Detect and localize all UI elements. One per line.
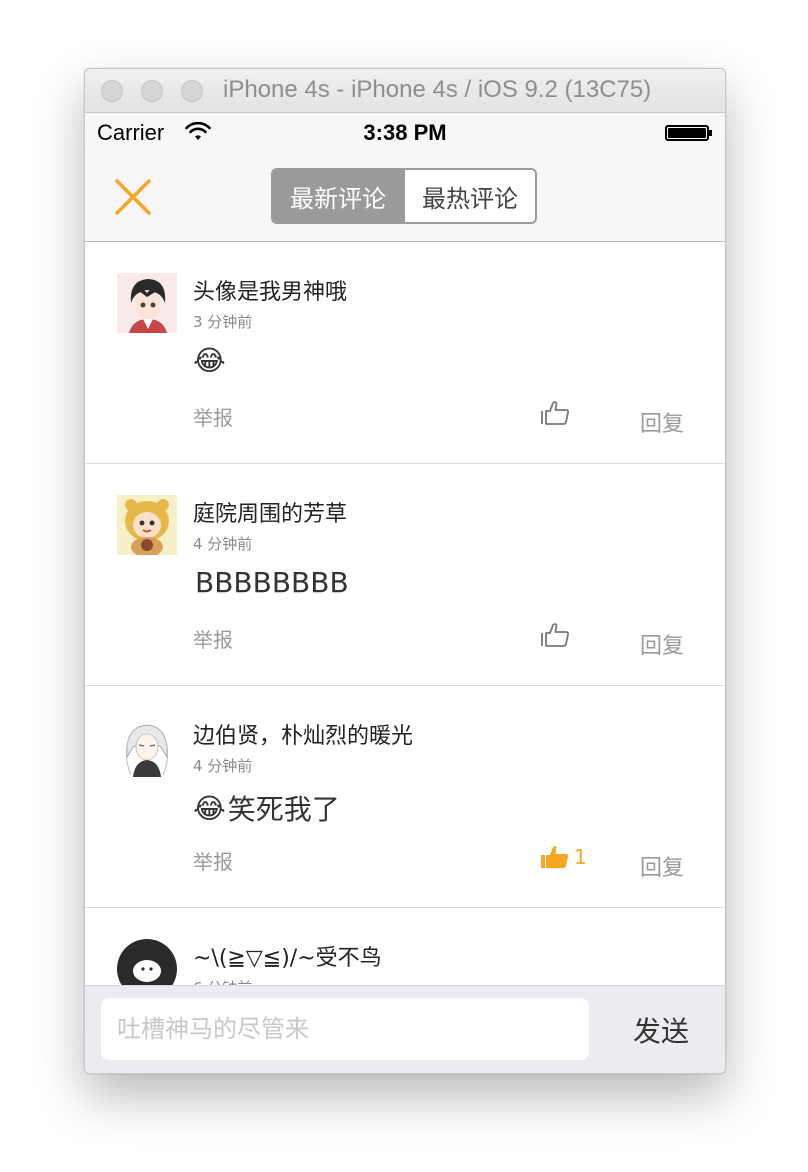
tab-hot-comments[interactable]: 最热评论: [403, 170, 535, 222]
comment-content: 😂 笑死我了: [193, 788, 340, 828]
comment-item: ~\(≧▽≦)/~受不鸟 6 分钟前: [85, 908, 725, 985]
comment-item: 头像是我男神哦 3 分钟前 😂 举报 回复: [85, 242, 725, 464]
comment-timestamp: 4 分钟前: [193, 535, 253, 553]
window-titlebar: iPhone 4s - iPhone 4s / iOS 9.2 (13C75): [85, 69, 725, 113]
comment-input-bar: 发送: [85, 985, 725, 1073]
tab-latest-comments[interactable]: 最新评论: [273, 170, 403, 222]
zoom-window-button[interactable]: [181, 80, 203, 102]
comment-item: 边伯贤，朴灿烈的暖光 4 分钟前 😂 笑死我了 举报 1 回复: [85, 686, 725, 908]
report-button[interactable]: 举报: [193, 846, 233, 875]
like-button[interactable]: [540, 400, 574, 426]
laughing-tears-emoji: 😂: [193, 791, 226, 825]
comment-item: 庭院周围的芳草 4 分钟前 BBBBBBBB 举报 回复: [85, 464, 725, 686]
comment-sort-segmented-control: 最新评论 最热评论: [271, 168, 537, 224]
comment-timestamp: 6 分钟前: [193, 977, 252, 985]
close-icon[interactable]: [113, 177, 153, 217]
minimize-window-button[interactable]: [141, 80, 163, 102]
report-button[interactable]: 举报: [193, 624, 233, 653]
report-button[interactable]: 举报: [193, 402, 233, 431]
status-bar: Carrier 3:38 PM: [85, 113, 725, 153]
like-count: 1: [574, 845, 587, 869]
reply-button[interactable]: 回复: [640, 406, 684, 438]
avatar[interactable]: [117, 717, 177, 777]
thumbs-up-filled-icon: [541, 846, 569, 868]
comment-input[interactable]: [101, 998, 589, 1060]
comment-username: 头像是我男神哦: [193, 280, 348, 305]
laughing-tears-emoji: 😂: [193, 344, 226, 377]
comment-username: ~\(≧▽≦)/~受不鸟: [193, 946, 382, 971]
like-button[interactable]: [540, 622, 574, 648]
thumbs-up-icon: [541, 623, 569, 647]
avatar[interactable]: [117, 273, 177, 333]
comment-username: 边伯贤，朴灿烈的暖光: [193, 724, 414, 749]
comment-timestamp: 3 分钟前: [193, 313, 253, 331]
battery-icon: [665, 125, 712, 141]
comment-content: BBBBBBBB: [193, 566, 349, 599]
simulator-window: iPhone 4s - iPhone 4s / iOS 9.2 (13C75) …: [84, 68, 726, 1074]
nav-bar: 最新评论 最热评论: [85, 153, 725, 242]
reply-button[interactable]: 回复: [640, 850, 684, 882]
comment-text: BBBBBBBB: [195, 566, 349, 599]
avatar[interactable]: [117, 939, 177, 985]
comment-list[interactable]: 头像是我男神哦 3 分钟前 😂 举报 回复 庭院周围的芳草 4 分钟前 BBBB…: [85, 242, 725, 985]
comment-timestamp: 4 分钟前: [193, 757, 253, 775]
window-title: iPhone 4s - iPhone 4s / iOS 9.2 (13C75): [223, 76, 652, 103]
avatar[interactable]: [117, 495, 177, 555]
comment-text: 笑死我了: [227, 793, 340, 826]
status-time: 3:38 PM: [363, 120, 447, 145]
reply-button[interactable]: 回复: [640, 628, 684, 660]
send-button[interactable]: 发送: [633, 1010, 689, 1050]
close-window-button[interactable]: [101, 80, 123, 102]
comment-username: 庭院周围的芳草: [193, 502, 348, 527]
thumbs-up-icon: [541, 401, 569, 425]
comment-content: 😂: [193, 344, 228, 377]
like-button[interactable]: 1: [540, 844, 587, 870]
